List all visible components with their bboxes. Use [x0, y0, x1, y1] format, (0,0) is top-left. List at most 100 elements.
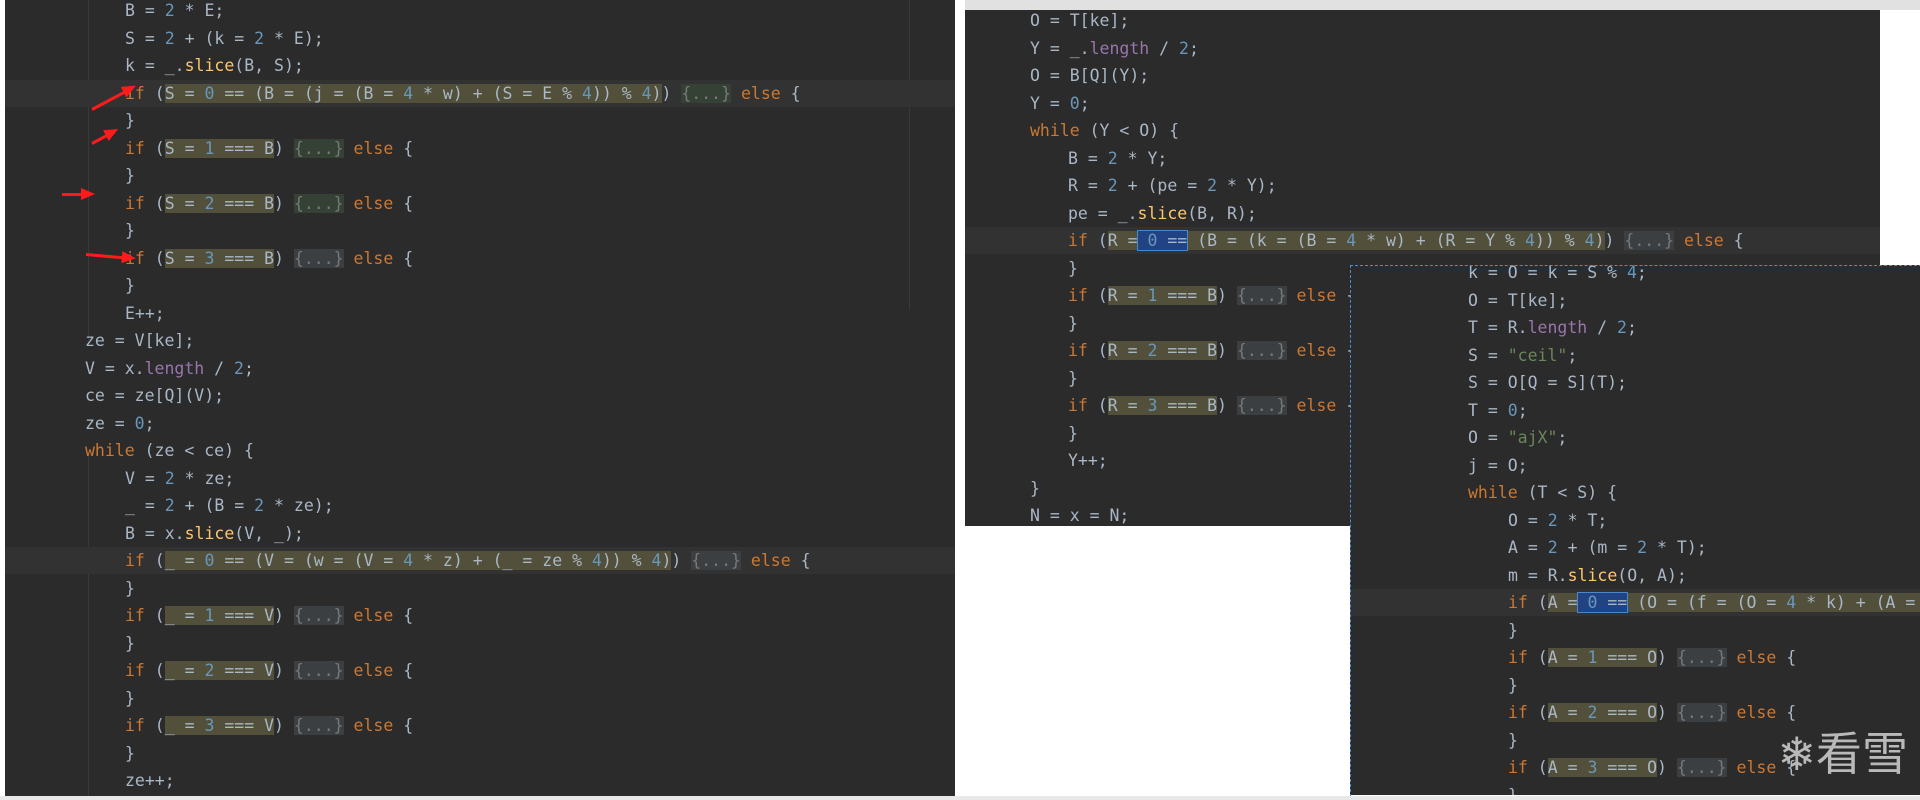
code-line[interactable]: } [125, 217, 135, 244]
code-line[interactable]: if (R = 3 === B) {...} else { [1068, 392, 1356, 419]
code-line[interactable]: if (S = 2 === B) {...} else { [125, 190, 413, 217]
folded-code-block[interactable]: {...} [1676, 758, 1727, 777]
folded-code-block[interactable]: {...} [681, 83, 732, 103]
code-line[interactable]: j = O; [1468, 452, 1528, 479]
code-line[interactable]: } [1068, 310, 1078, 337]
code-line[interactable]: A = 2 + (m = 2 * T); [1508, 534, 1707, 561]
code-line[interactable]: Y++; [1068, 447, 1108, 474]
code-line[interactable]: while (T < S) { [1468, 479, 1617, 506]
code-line[interactable]: if (_ = 1 === V) {...} else { [125, 602, 413, 629]
code-line[interactable]: V = 2 * ze; [125, 465, 234, 492]
code-line[interactable]: if (A = 2 === O) {...} else { [1508, 699, 1796, 726]
occurrence-highlight: R = 3 === B [1107, 396, 1218, 415]
code-line[interactable]: } [1508, 727, 1518, 754]
code-line[interactable]: Y = 0; [1030, 90, 1090, 117]
folded-code-block[interactable]: {...} [293, 716, 344, 735]
folded-code-block[interactable]: {...} [1676, 703, 1727, 722]
annotation-arrow [62, 188, 95, 200]
occurrence-highlight: A = 0 == (O = (f = (O = 4 * k) + (A = T … [1547, 592, 1920, 613]
code-line[interactable]: R = 2 + (pe = 2 * Y); [1068, 172, 1277, 199]
code-line[interactable]: O = B[Q](Y); [1030, 62, 1149, 89]
code-line[interactable]: T = R.length / 2; [1468, 314, 1637, 341]
code-line[interactable]: k = O = k = S % 4; [1468, 265, 1647, 286]
indent-guide [88, 453, 89, 800]
code-line[interactable]: while (ze < ce) { [85, 437, 254, 464]
code-line[interactable]: E++; [125, 300, 165, 327]
folded-code-block[interactable]: {...} [1236, 396, 1287, 415]
watermark: ❄看雪 [1777, 718, 1908, 784]
folded-code-block[interactable]: {...} [1236, 341, 1287, 360]
code-line[interactable]: } [125, 107, 135, 134]
code-line[interactable]: if (S = 1 === B) {...} else { [125, 135, 413, 162]
code-line[interactable]: N = x = N; [1030, 502, 1129, 526]
code-line[interactable]: if (A = 0 == (O = (f = (O = 4 * k) + (A … [1508, 589, 1920, 616]
code-line[interactable]: } [125, 162, 135, 189]
code-line[interactable]: B = 2 * E; [125, 0, 224, 24]
occurrence-highlight: R = 2 === B [1107, 341, 1218, 360]
indent-guide [909, 0, 910, 310]
folded-code-block[interactable]: {...} [691, 551, 741, 570]
code-line[interactable]: B = 2 * Y; [1068, 145, 1167, 172]
code-line[interactable]: S = O[Q = S](T); [1468, 369, 1627, 396]
code-line[interactable]: S = 2 + (k = 2 * E); [125, 25, 324, 52]
code-line[interactable]: if (R = 0 == (B = (k = (B = 4 * w) + (R … [1068, 227, 1744, 254]
code-line[interactable]: Y = _.length / 2; [1030, 35, 1199, 62]
occurrence-highlight: S = 0 == (B = (j = (B = 4 * w) + (S = E … [164, 83, 662, 103]
code-line[interactable]: } [1508, 782, 1518, 796]
code-line[interactable]: B = x.slice(V, _); [125, 520, 304, 547]
code-line[interactable]: m = R.slice(O, A); [1508, 562, 1687, 589]
code-line[interactable]: } [125, 630, 135, 657]
folded-code-block[interactable]: {...} [293, 606, 344, 625]
code-line[interactable]: if (S = 3 === B) {...} else { [125, 245, 413, 272]
window-bottom-strip [0, 796, 1920, 800]
occurrence-highlight: _ = 3 === V [164, 716, 275, 735]
code-line[interactable]: } [125, 685, 135, 712]
code-line[interactable]: T = 0; [1468, 397, 1528, 424]
code-line[interactable]: _ = 2 + (B = 2 * ze); [125, 492, 334, 519]
code-line[interactable]: O = 2 * T; [1508, 507, 1607, 534]
folded-code-block[interactable]: {...} [1236, 286, 1287, 305]
code-line[interactable]: while (Y < O) { [1030, 117, 1179, 144]
code-line[interactable]: } [125, 272, 135, 299]
folded-code-block[interactable]: {...} [293, 193, 344, 213]
folded-code-block[interactable]: {...} [293, 138, 344, 158]
editor-left[interactable]: B = 2 * E; S = 2 + (k = 2 * E); k = _.slic… [5, 0, 955, 800]
code-line[interactable]: pe = _.slice(B, R); [1068, 200, 1257, 227]
code-line[interactable]: if (R = 2 === B) {...} else { [1068, 337, 1356, 364]
code-line[interactable]: O = T[ke]; [1468, 287, 1567, 314]
occurrence-highlight: S = 2 === B [164, 193, 275, 213]
folded-code-block[interactable]: {...} [1676, 648, 1727, 667]
code-line[interactable]: if (A = 3 === O) {...} else { [1508, 754, 1796, 781]
folded-code-block[interactable]: {...} [293, 661, 344, 680]
code-line[interactable]: } [1068, 255, 1078, 282]
occurrence-highlight: S = 3 === B [164, 248, 275, 268]
occurrence-highlight: A = 3 === O [1547, 758, 1658, 777]
code-line[interactable]: if (S = 0 == (B = (j = (B = 4 * w) + (S … [125, 80, 801, 107]
code-line[interactable]: if (_ = 0 == (V = (w = (V = 4 * z) + (_ … [125, 547, 811, 574]
code-line[interactable]: } [1068, 365, 1078, 392]
code-line[interactable]: if (R = 1 === B) {...} else { [1068, 282, 1356, 309]
code-line[interactable]: if (_ = 2 === V) {...} else { [125, 657, 413, 684]
code-line[interactable]: k = _.slice(B, S); [125, 52, 304, 79]
code-line[interactable]: V = x.length / 2; [85, 355, 254, 382]
code-line[interactable]: ce = ze[Q](V); [85, 382, 224, 409]
editor-right[interactable]: k = O = k = S % 4; O = T[ke]; T = R.length… [1350, 265, 1920, 795]
code-line[interactable]: ze++; [125, 767, 175, 794]
code-line[interactable]: } [125, 740, 135, 767]
code-line[interactable]: O = T[ke]; [1030, 10, 1129, 34]
code-line[interactable]: } [1030, 475, 1040, 502]
folded-code-block[interactable]: {...} [1624, 231, 1675, 250]
code-line[interactable]: S = "ceil"; [1468, 342, 1577, 369]
code-line[interactable]: ze = 0; [85, 410, 155, 437]
code-line[interactable]: } [1508, 672, 1518, 699]
folded-code-block[interactable]: {...} [293, 248, 344, 268]
code-line[interactable]: } [1068, 420, 1078, 447]
search-match: 0 == [1576, 592, 1629, 613]
code-line[interactable]: ze = V[ke]; [85, 327, 194, 354]
occurrence-highlight: _ = 0 == (V = (w = (V = 4 * z) + (_ = ze… [164, 551, 672, 570]
code-line[interactable]: } [125, 575, 135, 602]
code-line[interactable]: O = "ajX"; [1468, 424, 1567, 451]
code-line[interactable]: if (A = 1 === O) {...} else { [1508, 644, 1796, 671]
code-line[interactable]: } [1508, 617, 1518, 644]
code-line[interactable]: if (_ = 3 === V) {...} else { [125, 712, 413, 739]
